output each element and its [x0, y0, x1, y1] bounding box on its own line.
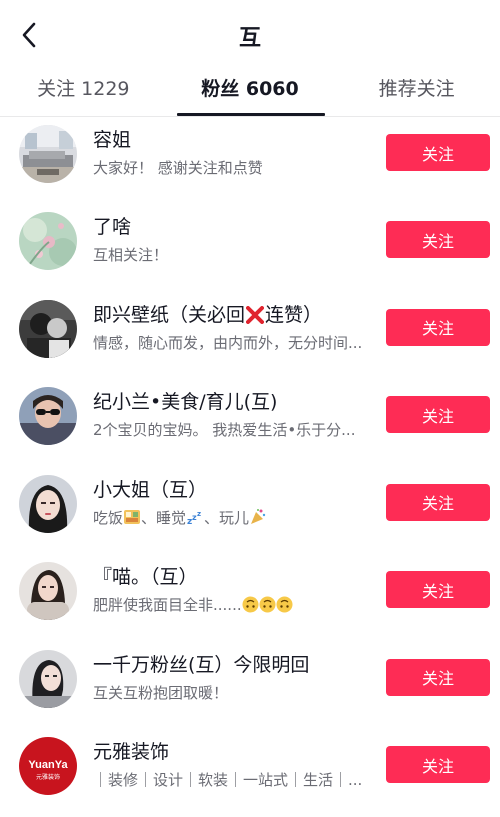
list-item[interactable]: 了啥 互相关注！ 关注: [0, 204, 500, 292]
page-title: 互: [238, 26, 261, 51]
user-name-part: 连赞）: [265, 303, 323, 326]
upside-down-face-icon: [242, 596, 259, 613]
follow-button[interactable]: 关注: [386, 746, 490, 783]
user-info: 一千万粉丝(互）今限明回 互关互粉抱团取暖！: [93, 652, 372, 703]
list-item[interactable]: 纪小兰•美食/育儿(互) 2个宝贝的宝妈。 我热爱生活•乐于分... 关注: [0, 379, 500, 467]
upside-down-face-icon: [276, 596, 293, 613]
user-name: 元雅装饰: [93, 741, 170, 763]
avatar[interactable]: YuanYa 元雅装饰: [19, 737, 77, 795]
avatar[interactable]: [19, 299, 77, 358]
tab-following-label: 关注 1229: [37, 78, 130, 100]
follow-button[interactable]: 关注: [386, 134, 490, 171]
logo-subtext: 元雅装饰: [36, 773, 60, 781]
follow-button[interactable]: 关注: [386, 571, 490, 608]
user-name: 容姐: [93, 129, 132, 151]
list-item[interactable]: YuanYa 元雅装饰 元雅装饰 ｜装修｜设计｜软装｜一站式｜生活｜... 关注: [0, 729, 500, 817]
sleep-zzz-icon: zzz: [187, 510, 201, 526]
tab-following[interactable]: 关注 1229: [0, 70, 167, 116]
user-info: 元雅装饰 ｜装修｜设计｜软装｜一站式｜生活｜...: [93, 739, 372, 790]
yuanya-logo-icon: YuanYa 元雅装饰: [19, 737, 77, 795]
user-name: 小大姐（互）: [93, 478, 208, 501]
tab-bar: 关注 1229 粉丝 6060 推荐关注: [0, 70, 500, 117]
tab-fans-label: 粉丝 6060: [201, 78, 299, 100]
user-desc: 情感，随心而发，由内而外，无分时间...: [93, 333, 363, 352]
user-name: 纪小兰•美食/育儿(互): [93, 391, 278, 413]
user-name: 『喵。（互）: [93, 566, 198, 588]
flowers-photo-icon: [19, 212, 77, 270]
user-desc: 大家好！ 感谢关注和点赞: [93, 159, 263, 177]
follow-button[interactable]: 关注: [386, 658, 490, 696]
user-desc-part: 、睡觉: [141, 508, 187, 527]
rice-bowl-icon: [124, 509, 141, 524]
user-desc-part: 、玩儿: [204, 508, 250, 527]
user-desc: ｜装修｜设计｜软装｜一站式｜生活｜...: [93, 771, 363, 789]
user-desc: 肥胖使我面目全非......: [93, 595, 372, 615]
avatar[interactable]: [19, 125, 77, 183]
fans-list: 容姐 大家好！ 感谢关注和点赞 关注 了啥 互相关注！ 关注 即兴壁纸（关必回 …: [0, 117, 500, 817]
svg-text:z: z: [197, 510, 201, 518]
follow-button[interactable]: 关注: [386, 308, 490, 346]
list-item[interactable]: 一千万粉丝(互）今限明回 互关互粉抱团取暖！ 关注: [0, 642, 500, 730]
upside-down-face-icon: [259, 596, 276, 613]
avatar[interactable]: [19, 649, 77, 708]
user-desc: 吃饭 、睡觉 z z z 、玩儿: [93, 508, 372, 528]
follow-button[interactable]: 关注: [386, 221, 490, 258]
avatar[interactable]: [19, 212, 77, 270]
woman-portrait-photo-icon: [19, 474, 77, 533]
avatar[interactable]: [19, 562, 77, 620]
user-desc-part: 肥胖使我面目全非......: [93, 596, 242, 614]
list-item[interactable]: 容姐 大家好！ 感谢关注和点赞 关注: [0, 117, 500, 204]
red-x-icon: [246, 305, 265, 324]
tab-recommended[interactable]: 推荐关注: [333, 70, 500, 116]
user-info: 容姐 大家好！ 感谢关注和点赞: [93, 127, 372, 178]
user-info: 纪小兰•美食/育儿(互) 2个宝贝的宝妈。 我热爱生活•乐于分...: [93, 389, 372, 440]
list-item[interactable]: 即兴壁纸（关必回 连赞） 情感，随心而发，由内而外，无分时间... 关注: [0, 292, 500, 380]
party-popper-icon: [251, 508, 266, 524]
couple-bw-photo-icon: [19, 299, 77, 358]
list-item[interactable]: 『喵。（互） 肥胖使我面目全非...... 关注: [0, 554, 500, 642]
avatar[interactable]: [19, 474, 77, 533]
follow-button[interactable]: 关注: [386, 396, 490, 433]
header: 互: [0, 0, 500, 70]
user-info: 了啥 互相关注！: [93, 214, 372, 265]
user-info: 即兴壁纸（关必回 连赞） 情感，随心而发，由内而外，无分时间...: [93, 302, 372, 353]
tab-fans[interactable]: 粉丝 6060: [167, 70, 334, 116]
user-desc: 互相关注！: [93, 246, 169, 264]
list-item[interactable]: 小大姐（互） 吃饭 、睡觉 z z z 、玩儿 关注: [0, 467, 500, 555]
logo-text: YuanYa: [28, 759, 68, 771]
user-name-part: 即兴壁纸（关必回: [93, 303, 246, 326]
user-name: 了啥: [93, 216, 132, 238]
user-desc-part: 吃饭: [93, 508, 124, 527]
living-room-photo-icon: [19, 125, 77, 183]
user-desc: 2个宝贝的宝妈。 我热爱生活•乐于分...: [93, 421, 356, 439]
woman-fur-collar-photo-icon: [19, 562, 77, 620]
follow-button[interactable]: 关注: [386, 483, 490, 521]
user-info: 『喵。（互） 肥胖使我面目全非......: [93, 564, 372, 615]
woman-sunglasses-photo-icon: [19, 387, 77, 445]
user-name: 即兴壁纸（关必回 连赞）: [93, 302, 372, 328]
active-tab-indicator: [176, 113, 326, 116]
user-info: 小大姐（互） 吃饭 、睡觉 z z z 、玩儿: [93, 477, 372, 528]
user-desc: 互关互粉抱团取暖！: [93, 683, 229, 702]
avatar[interactable]: [19, 387, 77, 445]
user-name: 一千万粉丝(互）今限明回: [93, 653, 310, 676]
tab-recommended-label: 推荐关注: [378, 78, 455, 100]
woman-side-photo-icon: [19, 649, 77, 708]
